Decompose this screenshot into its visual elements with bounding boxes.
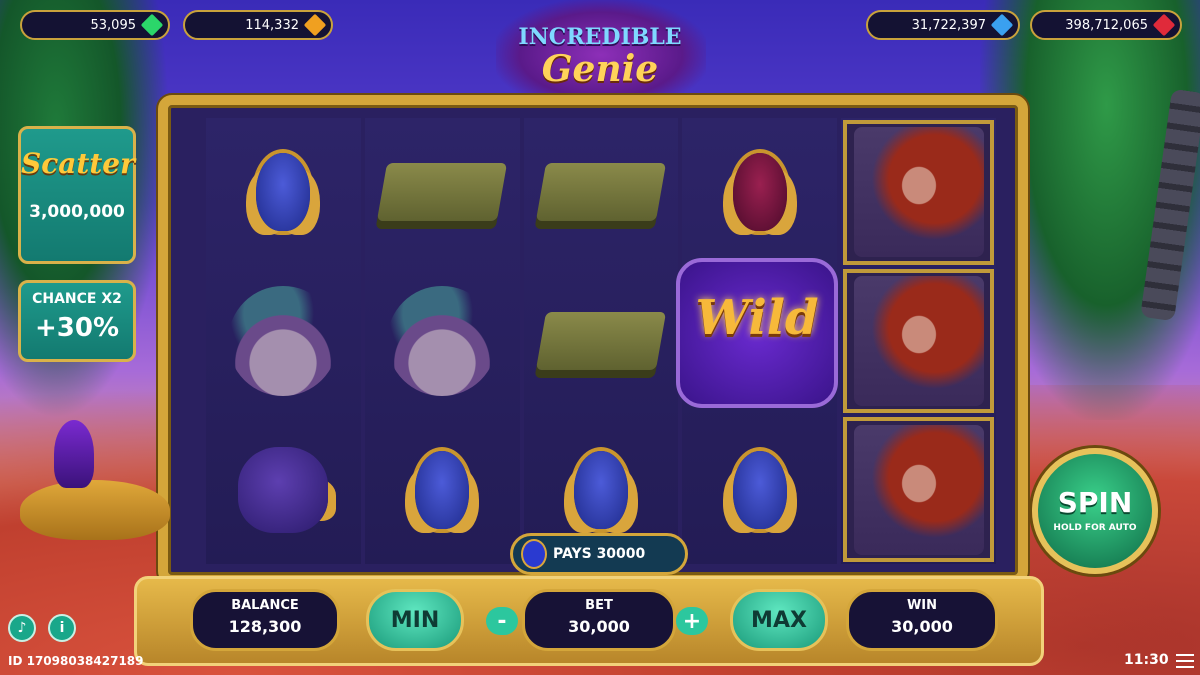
symbol-red-crest	[682, 118, 837, 267]
reel-area	[206, 118, 996, 564]
scatter-box: Scatter 3,000,000	[18, 126, 136, 264]
bet-value: 30,000	[568, 617, 630, 636]
bet-display: BET 30,000	[522, 589, 676, 651]
chance-value: +30%	[34, 313, 120, 343]
symbol-blue-crest	[682, 415, 837, 564]
jackpot-orange: 114,332	[183, 10, 333, 40]
speaker-icon[interactable]: ♪	[8, 614, 36, 642]
balance-value: 128,300	[228, 617, 302, 636]
reel-2	[364, 118, 520, 564]
symbol-book	[524, 118, 679, 267]
menu-icon[interactable]	[1176, 654, 1194, 668]
pays-banner: PAYS 30000	[510, 533, 688, 575]
symbol-pot-of-gold	[206, 415, 361, 564]
decrease-bet-button[interactable]: -	[486, 607, 518, 635]
symbol-turban	[365, 267, 520, 416]
reel-1	[206, 118, 361, 564]
logo-subtitle: Genie	[541, 48, 659, 90]
win-display: WIN 30,000	[846, 589, 998, 651]
round-id: ID 17098038427189	[8, 654, 144, 668]
win-label: WIN	[906, 598, 938, 613]
reel-5	[841, 118, 996, 564]
symbol-woman	[843, 268, 994, 414]
symbol-blue-crest	[206, 118, 361, 267]
balance-label: BALANCE	[231, 598, 299, 613]
symbol-woman	[843, 417, 994, 563]
symbol-woman	[843, 120, 994, 265]
logo-title: INCREDIBLE	[518, 24, 682, 50]
jackpot-value: 31,722,397	[911, 17, 986, 33]
info-icon[interactable]: i	[48, 614, 76, 642]
pays-label: PAYS 30000	[553, 546, 646, 562]
symbol-blue-crest	[365, 415, 520, 564]
chance-box[interactable]: CHANCE X2 +30%	[18, 280, 136, 362]
spin-button[interactable]: SPIN HOLD FOR AUTO	[1032, 448, 1158, 574]
lamp-top	[54, 420, 94, 488]
jackpot-blue: 31,722,397	[866, 10, 1020, 40]
balance-display: BALANCE 128,300	[190, 589, 340, 651]
wild-label: Wild	[695, 290, 819, 346]
increase-bet-button[interactable]: +	[676, 607, 708, 635]
win-value: 30,000	[891, 617, 953, 636]
jackpot-value: 53,095	[90, 17, 137, 33]
jackpot-value: 398,712,065	[1065, 17, 1148, 33]
lamp-body	[20, 480, 170, 540]
blue-gem-icon	[990, 13, 1014, 37]
scatter-title: Scatter	[21, 147, 135, 180]
symbol-book	[524, 267, 679, 416]
chance-title: CHANCE X2	[32, 291, 122, 307]
clock: 11:30	[1124, 652, 1169, 668]
jackpot-red: 398,712,065	[1030, 10, 1182, 40]
bet-label: BET	[585, 598, 613, 613]
jackpot-value: 114,332	[245, 17, 299, 33]
min-bet-button[interactable]: MIN	[366, 589, 464, 651]
reel-3	[523, 118, 679, 564]
jackpot-green: 53,095	[20, 10, 170, 40]
symbol-turban	[206, 267, 361, 416]
spin-sublabel: HOLD FOR AUTO	[1053, 523, 1137, 533]
symbol-book	[365, 118, 520, 267]
orange-gem-icon	[303, 13, 327, 37]
max-bet-button[interactable]: MAX	[730, 589, 828, 651]
genie-lamp	[10, 420, 200, 580]
blue-crest-icon	[523, 541, 545, 567]
scatter-value: 3,000,000	[29, 202, 125, 222]
spin-label: SPIN	[1057, 486, 1133, 519]
green-gem-icon	[140, 13, 164, 37]
red-gem-icon	[1152, 13, 1176, 37]
